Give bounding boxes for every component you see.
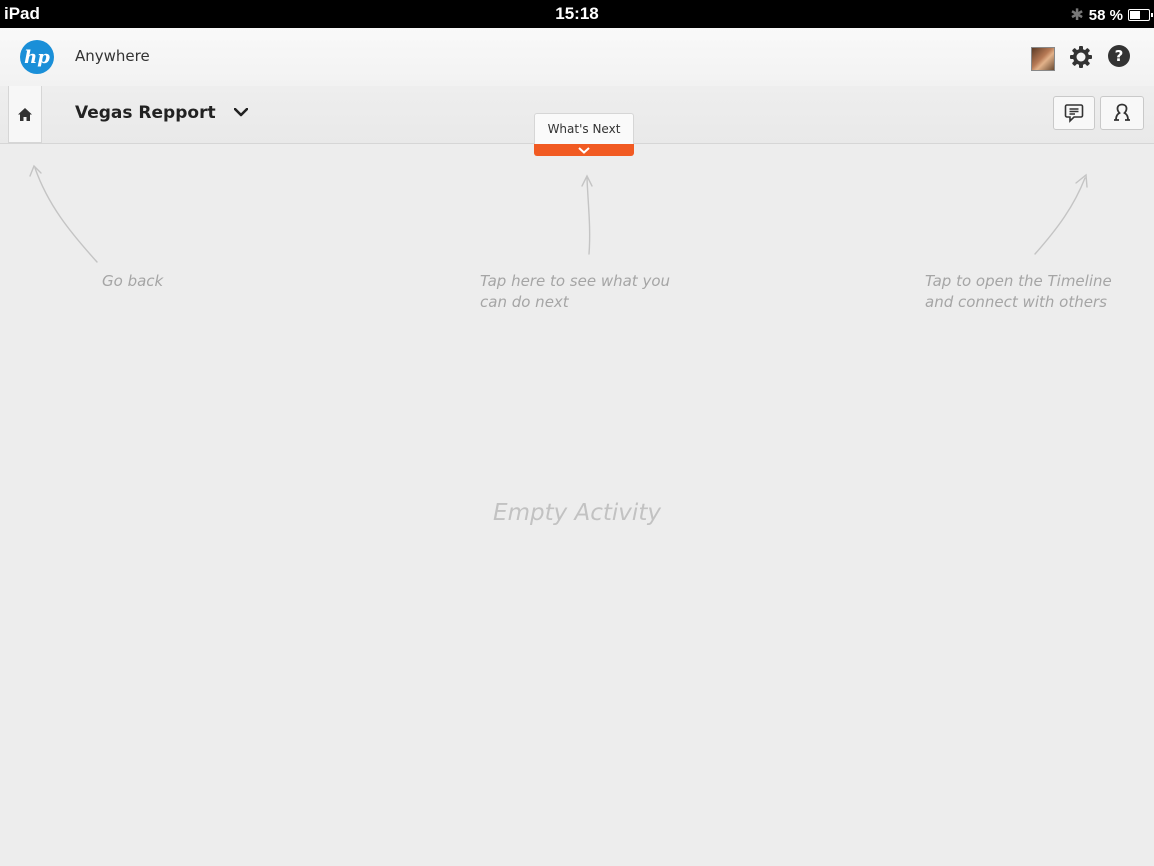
clock: 15:18 <box>555 4 599 23</box>
empty-activity-message: Empty Activity <box>493 500 661 526</box>
chat-icon <box>1064 104 1084 123</box>
status-bar: iPad 15:18 ✱ 58 % <box>0 0 1154 28</box>
battery-level <box>1130 11 1140 19</box>
bluetooth-icon: ✱ <box>1070 7 1084 24</box>
hint-whats-next-line-2: can do next <box>480 293 569 311</box>
app-header: hp Anywhere ? <box>0 28 1154 86</box>
user-avatar[interactable] <box>1031 47 1055 71</box>
next-hint-arrowhead <box>581 174 593 187</box>
help-icon[interactable]: ? <box>1108 45 1130 67</box>
activity-title[interactable]: Vegas Repport <box>75 103 216 123</box>
back-hint-arrowhead <box>29 164 42 177</box>
status-right: ✱ 58 % <box>1070 5 1153 25</box>
app-name: Anywhere <box>75 47 150 65</box>
next-hint-arrow <box>586 177 591 255</box>
whats-next-tab <box>534 144 634 156</box>
battery-icon <box>1128 9 1153 21</box>
chevron-down-icon <box>578 146 590 154</box>
back-hint-arrow <box>34 167 98 263</box>
whats-next-button[interactable]: What's Next <box>534 113 634 156</box>
hint-whats-next-line-1: Tap here to see what you <box>480 272 671 290</box>
people-icon <box>1114 103 1130 121</box>
chat-button[interactable] <box>1053 96 1095 130</box>
hint-timeline: Tap to open the Timeline and connect wit… <box>925 271 1145 313</box>
gear-icon[interactable] <box>1068 44 1094 70</box>
hint-go-back: Go back <box>102 272 164 290</box>
home-button[interactable] <box>8 86 42 143</box>
whats-next-label: What's Next <box>534 113 634 144</box>
timeline-button[interactable] <box>1100 96 1144 130</box>
hint-timeline-line-2: and connect with others <box>925 293 1107 311</box>
timeline-hint-arrow <box>1034 177 1086 255</box>
chevron-down-icon[interactable] <box>234 108 248 117</box>
home-icon <box>18 107 32 121</box>
battery-percent: 58 % <box>1088 6 1123 24</box>
hint-timeline-line-1: Tap to open the Timeline <box>925 272 1112 290</box>
hint-whats-next: Tap here to see what you can do next <box>480 271 700 313</box>
timeline-hint-arrowhead <box>1075 173 1088 188</box>
hp-logo[interactable]: hp <box>20 40 54 74</box>
